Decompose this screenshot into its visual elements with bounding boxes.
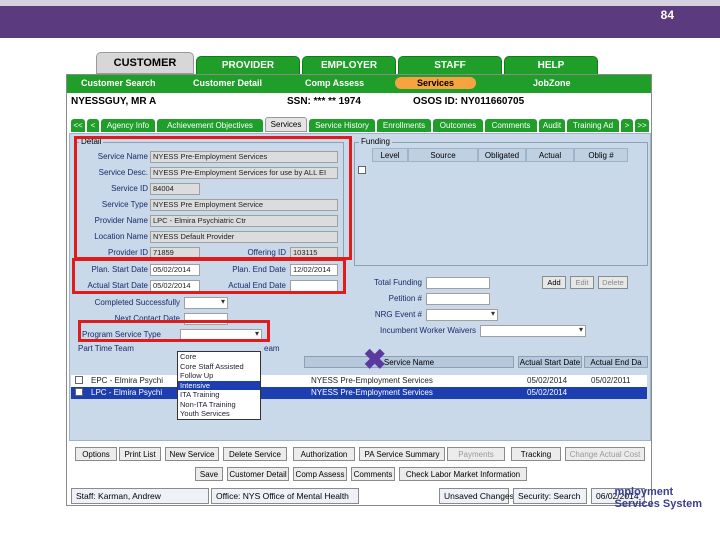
tab-employer[interactable]: EMPLOYER xyxy=(302,56,396,75)
part-time-team-label: Part Time Team xyxy=(78,344,134,353)
grid-header-service-name: Service Name xyxy=(304,356,514,368)
subtab-outcomes[interactable]: Outcomes xyxy=(433,119,483,132)
subtab-service-history[interactable]: Service History xyxy=(309,119,375,132)
nrg-event-label: NRG Event # xyxy=(374,310,422,319)
brand-line-1: mployment xyxy=(614,486,674,498)
tab-provider[interactable]: PROVIDER xyxy=(196,56,300,75)
petition-label: Petition # xyxy=(388,294,422,303)
brand-line-2: Services System xyxy=(614,498,702,510)
new-service-button[interactable]: New Service xyxy=(165,447,219,461)
funding-add-button[interactable]: Add xyxy=(542,276,566,289)
funding-header-actual: Actual xyxy=(526,148,574,162)
payments-button[interactable]: Payments xyxy=(447,447,505,461)
subtab-prev[interactable]: < xyxy=(87,119,99,132)
comments-button[interactable]: Comments xyxy=(351,467,395,481)
subtab-agency-info[interactable]: Agency Info xyxy=(101,119,155,132)
grid-header-actual-end: Actual End Da xyxy=(584,356,648,368)
completed-successfully-label: Completed Successfully xyxy=(94,298,180,307)
customer-ssn: SSN: *** ** 1974 xyxy=(287,96,361,107)
highlight-dates-box xyxy=(72,258,346,294)
nrg-event-select[interactable] xyxy=(426,309,498,321)
status-unsaved-changes: Unsaved Changes xyxy=(439,488,514,504)
option-follow-up[interactable]: Follow Up xyxy=(178,371,260,381)
option-core-staff-assisted[interactable]: Core Staff Assisted xyxy=(178,362,260,372)
petition-field[interactable] xyxy=(426,293,490,305)
incumbent-waivers-label: Incumbent Worker Waivers xyxy=(379,326,476,335)
subtab-services[interactable]: Services xyxy=(265,117,307,132)
highlight-program-type-box xyxy=(78,320,270,342)
total-funding-label: Total Funding xyxy=(373,278,422,287)
nav-comp-assess[interactable]: Comp Assess xyxy=(305,78,364,88)
subtab-enrollments[interactable]: Enrollments xyxy=(377,119,431,132)
funding-edit-button[interactable]: Edit xyxy=(570,276,594,289)
authorization-button[interactable]: Authorization xyxy=(293,447,355,461)
highlight-detail-box xyxy=(74,136,352,260)
funding-header-source: Source xyxy=(408,148,478,162)
brand-logo: mployment Services System xyxy=(615,486,702,510)
slide-header-bar xyxy=(0,0,720,38)
funding-header-obligated: Obligated xyxy=(478,148,526,162)
table-row-selected[interactable]: LPC - Elmira Psychi NYESS Pre-Employment… xyxy=(71,387,647,399)
print-list-button[interactable]: Print List xyxy=(119,447,161,461)
option-intensive[interactable]: Intensive xyxy=(178,380,260,390)
delete-service-button[interactable]: Delete Service xyxy=(223,447,287,461)
nav-jobzone[interactable]: JobZone xyxy=(533,78,571,88)
status-office: Office: NYS Office of Mental Health xyxy=(211,488,359,504)
funding-delete-button[interactable]: Delete xyxy=(598,276,628,289)
row-start-date: 05/02/2014 xyxy=(527,376,568,385)
funding-header-level: Level xyxy=(372,148,408,162)
incumbent-waivers-select[interactable] xyxy=(480,325,586,337)
subtab-comments[interactable]: Comments xyxy=(485,119,537,132)
pa-service-summary-button[interactable]: PA Service Summary xyxy=(359,447,445,461)
status-staff: Staff: Karman, Andrew xyxy=(71,488,209,504)
row-provider: EPC - Elmira Psychi xyxy=(91,376,164,385)
tab-staff[interactable]: STAFF xyxy=(398,56,502,75)
option-core[interactable]: Core xyxy=(178,352,260,362)
option-youth-services[interactable]: Youth Services xyxy=(178,409,260,419)
row-service-name: NYESS Pre-Employment Services xyxy=(311,388,433,397)
nav-customer-detail[interactable]: Customer Detail xyxy=(193,78,262,88)
comp-assess-button[interactable]: Comp Assess xyxy=(293,467,347,481)
subtab-last[interactable]: >> xyxy=(635,119,649,132)
app-window: Customer Search Customer Detail Comp Ass… xyxy=(66,74,652,506)
subtab-audit[interactable]: Audit xyxy=(539,119,565,132)
row-end-date: 05/02/2011 xyxy=(591,376,631,385)
customer-osos-id: OSOS ID: NY011660705 xyxy=(413,96,525,107)
tracking-button[interactable]: Tracking xyxy=(511,447,561,461)
funding-legend: Funding xyxy=(359,137,392,146)
x-mark-icon: ✖ xyxy=(363,344,387,375)
total-funding-field[interactable] xyxy=(426,277,490,289)
save-button[interactable]: Save xyxy=(195,467,223,481)
tab-customer[interactable]: CUSTOMER xyxy=(96,52,194,74)
page-number: 84 xyxy=(660,8,674,22)
subtab-achievement-objectives[interactable]: Achievement Objectives xyxy=(157,119,263,132)
funding-row-checkbox[interactable] xyxy=(358,166,366,174)
row-provider: LPC - Elmira Psychi xyxy=(91,388,163,397)
tab-help[interactable]: HELP xyxy=(504,56,598,75)
status-security: Security: Search xyxy=(513,488,587,504)
completed-successfully-select[interactable] xyxy=(184,297,228,309)
options-button[interactable]: Options xyxy=(75,447,117,461)
nav-customer-search[interactable]: Customer Search xyxy=(81,78,156,88)
grid-header-actual-start: Actual Start Date xyxy=(518,356,582,368)
change-actual-cost-button[interactable]: Change Actual Cost xyxy=(565,447,645,461)
program-service-type-options[interactable]: Core Core Staff Assisted Follow Up Inten… xyxy=(177,351,261,420)
subtab-next[interactable]: > xyxy=(621,119,633,132)
check-labor-market-button[interactable]: Check Labor Market Information xyxy=(399,467,527,481)
row-checkbox[interactable] xyxy=(75,388,83,396)
row-service-name: NYESS Pre-Employment Services xyxy=(311,376,433,385)
subtab-first[interactable]: << xyxy=(71,119,85,132)
row-start-date: 05/02/2014 xyxy=(527,388,568,397)
subtab-training-ad[interactable]: Training Ad xyxy=(567,119,619,132)
option-non-ita-training[interactable]: Non-ITA Training xyxy=(178,400,260,410)
row-checkbox[interactable] xyxy=(75,376,83,384)
customer-detail-button[interactable]: Customer Detail xyxy=(227,467,289,481)
team-label: eam xyxy=(264,344,280,353)
sub-navigation: Customer Search Customer Detail Comp Ass… xyxy=(67,75,651,93)
table-row[interactable]: EPC - Elmira Psychi NYESS Pre-Employment… xyxy=(71,375,647,387)
nav-services[interactable]: Services xyxy=(395,77,477,89)
customer-name: NYESSGUY, MR A xyxy=(71,96,157,107)
option-ita-training[interactable]: ITA Training xyxy=(178,390,260,400)
funding-header-oblig-num: Oblig # xyxy=(574,148,628,162)
